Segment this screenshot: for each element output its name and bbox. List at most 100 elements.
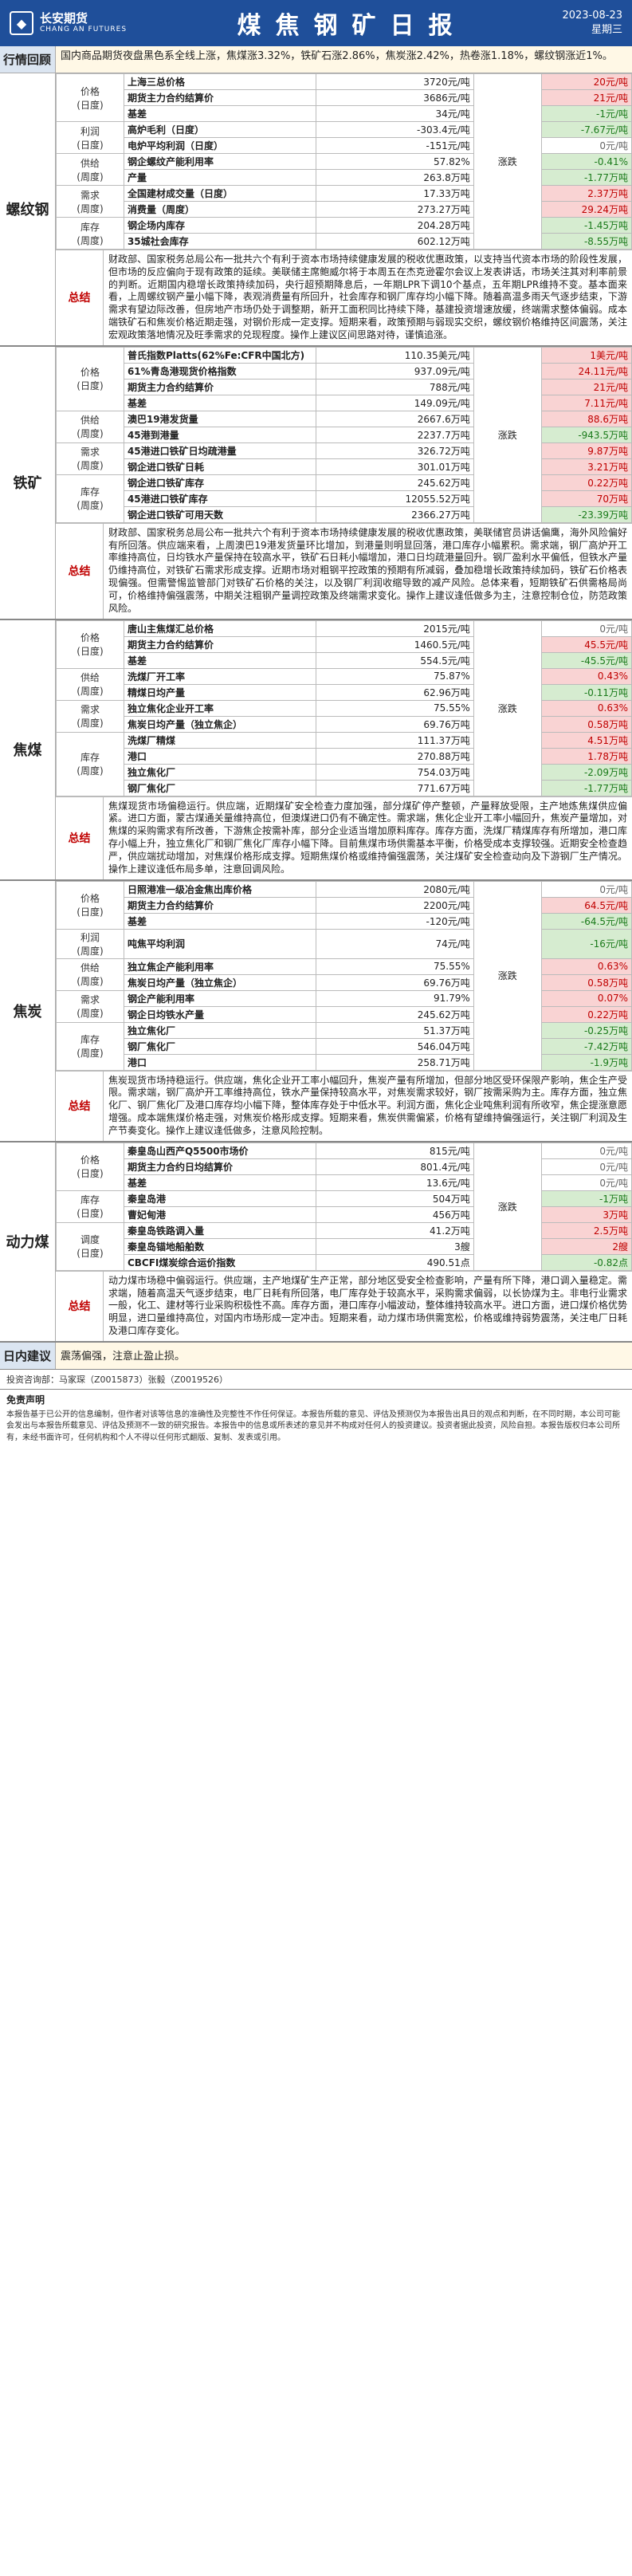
change-cell: -943.5万吨 xyxy=(540,426,632,443)
indicator-cell: 基差 xyxy=(123,912,316,930)
table-row: 焦炭日均产量（独立焦企） 69.76万吨 0.58万吨 xyxy=(57,973,632,991)
change-cell: -1.45万吨 xyxy=(540,217,632,234)
table-row: 供给 (周度) 澳巴19港发货量 2667.6万吨 88.6万吨 xyxy=(56,410,632,443)
value-cell: 258.71万吨 xyxy=(315,1053,474,1071)
table-row: 期货主力合约结算价 788元/吨 21元/吨 xyxy=(57,378,632,395)
category-cell: 库存 (周度) xyxy=(56,1021,124,1071)
indicator-cell: 钢企进口铁矿库存 xyxy=(123,474,316,491)
value-cell: 788元/吨 xyxy=(315,378,474,395)
table-row: 需求 (周度) 独立焦化企业开工率 75.55% 0.63% xyxy=(56,699,632,733)
change-cell: -0.11万吨 xyxy=(540,683,632,701)
summary-label: 总结 xyxy=(56,796,104,879)
change-cell: 24.11元/吨 xyxy=(540,362,632,380)
table-row: 期货主力合约结算价 2200元/吨 64.5元/吨 xyxy=(57,896,632,914)
table-row: 需求 (周度) 全国建材成交量（日度） 17.33万吨 2.37万吨 xyxy=(56,185,632,218)
trend-cell: 涨跌 xyxy=(473,346,542,523)
change-cell: -23.39万吨 xyxy=(540,505,632,523)
indicator-cell: 港口 xyxy=(123,747,316,765)
change-cell: -64.5元/吨 xyxy=(540,912,632,930)
change-cell: -16元/吨 xyxy=(540,928,632,959)
value-cell: 301.01万吨 xyxy=(315,458,474,475)
value-cell: -303.4元/吨 xyxy=(315,121,474,138)
table-row: 需求 (周度) 钢企产能利用率 91.79% 0.07% xyxy=(56,989,632,1023)
table-row: 供给 (周度) 独立焦企产能利用率 75.55% 0.63% xyxy=(56,958,632,991)
section-0: 螺纹钢 价格 (日度) 上海三总价格 3720元/吨 涨跌 20元/吨 期货主力合约结算价 3… xyxy=(0,73,632,347)
indicator-cell: 期货主力合约结算价 xyxy=(123,378,316,395)
table-row: 钢厂焦化厂 771.67万吨 -1.77万吨 xyxy=(57,779,632,796)
section-label: 动力煤 xyxy=(0,1142,56,1341)
indicator-cell: 钢厂焦化厂 xyxy=(123,779,316,796)
indicator-table: 价格 (日度) 普氏指数Platts(62%Fe:CFR中国北方) 110.35美元… xyxy=(56,346,632,523)
report-header: ◆ 长安期货 CHANG AN FUTURES 煤焦钢矿日报 2023-08-2… xyxy=(0,0,632,46)
indicator-cell: 焦炭日均产量（独立焦企） xyxy=(123,973,316,991)
section-body: 价格 (日度) 上海三总价格 3720元/吨 涨跌 20元/吨 期货主力合约结算价 3686… xyxy=(56,73,632,345)
commodity-sections: 螺纹钢 价格 (日度) 上海三总价格 3720元/吨 涨跌 20元/吨 期货主力合约结算价 3… xyxy=(0,73,632,1343)
table-row: 焦炭日均产量（独立焦企） 69.76万吨 0.58万吨 xyxy=(57,715,632,733)
value-cell: 62.96万吨 xyxy=(315,683,474,701)
indicator-table: 价格 (日度) 唐山主焦煤汇总价格 2015元/吨 涨跌 0元/吨 期货主力合约结算价 14… xyxy=(56,619,632,796)
indicator-cell: 钢企进口铁矿日耗 xyxy=(123,458,316,475)
change-cell: 0元/吨 xyxy=(540,137,632,154)
value-cell: 263.8万吨 xyxy=(315,169,474,186)
change-cell: 64.5元/吨 xyxy=(540,896,632,914)
category-cell: 价格 (日度) xyxy=(56,346,124,411)
change-cell: 3.21万吨 xyxy=(540,458,632,475)
change-cell: -0.82点 xyxy=(540,1253,632,1271)
summary-block: 总结 焦煤现货市场偏稳运行。供应端，近期煤矿安全检查力度加强，部分煤矿停产整顿，产… xyxy=(56,796,632,879)
value-cell: 74元/吨 xyxy=(315,928,474,959)
value-cell: 2200元/吨 xyxy=(315,896,474,914)
indicator-cell: 钢厂焦化厂 xyxy=(123,1037,316,1055)
logo-icon: ◆ xyxy=(10,11,33,35)
value-cell: 554.5元/吨 xyxy=(315,651,474,669)
table-row: 独立焦化厂 754.03万吨 -2.09万吨 xyxy=(57,763,632,781)
category-cell: 供给 (周度) xyxy=(56,667,124,701)
value-cell: 91.79% xyxy=(315,989,474,1007)
value-cell: 754.03万吨 xyxy=(315,763,474,781)
review-text: 国内商品期货夜盘黑色系全线上涨，焦煤涨3.32%，铁矿石涨2.86%，焦炭涨2.… xyxy=(56,46,632,73)
table-row: 港口 270.88万吨 1.78万吨 xyxy=(57,747,632,765)
indicator-table: 价格 (日度) 秦皇岛山西产Q5500市场价 815元/吨 涨跌 0元/吨 期货主力合约日… xyxy=(56,1142,632,1271)
value-cell: -120元/吨 xyxy=(315,912,474,930)
section-2: 焦煤 价格 (日度) 唐山主焦煤汇总价格 2015元/吨 涨跌 0元/吨 期货主力合约结算价… xyxy=(0,619,632,881)
category-cell: 价格 (日度) xyxy=(56,73,124,122)
value-cell: 34元/吨 xyxy=(315,105,474,122)
company-logo: ◆ 长安期货 CHANG AN FUTURES xyxy=(10,11,177,35)
value-cell: 110.35美元/吨 xyxy=(315,346,474,364)
section-4: 动力煤 价格 (日度) 秦皇岛山西产Q5500市场价 815元/吨 涨跌 0元/吨 期货主力… xyxy=(0,1142,632,1343)
indicator-cell: 基差 xyxy=(123,1174,316,1191)
change-cell: -7.67元/吨 xyxy=(540,121,632,138)
indicator-cell: 钢企产能利用率 xyxy=(123,989,316,1007)
indicator-cell: 吨焦平均利润 xyxy=(123,928,316,959)
section-body: 价格 (日度) 普氏指数Platts(62%Fe:CFR中国北方) 110.35美元… xyxy=(56,346,632,619)
table-row: 电炉平均利润（日度） -151元/吨 0元/吨 xyxy=(57,137,632,154)
change-cell: 0.07% xyxy=(540,989,632,1007)
change-cell: 0元/吨 xyxy=(540,1174,632,1191)
table-row: 消费量（周度） 273.27万吨 29.24万吨 xyxy=(57,201,632,218)
indicator-cell: 45港进口铁矿库存 xyxy=(123,490,316,507)
value-cell: 2080元/吨 xyxy=(315,880,474,898)
value-cell: 17.33万吨 xyxy=(315,185,474,202)
table-row: 库存 (日度) 秦皇岛港 504万吨 -1万吨 xyxy=(56,1190,632,1223)
change-cell: 3万吨 xyxy=(540,1205,632,1223)
change-cell: 1美元/吨 xyxy=(540,346,632,364)
value-cell: 75.87% xyxy=(315,667,474,685)
category-cell: 库存 (日度) xyxy=(56,1190,124,1223)
table-row: 期货主力合约结算价 1460.5元/吨 45.5元/吨 xyxy=(57,635,632,653)
indicator-cell: 独立焦企产能利用率 xyxy=(123,958,316,975)
section-body: 价格 (日度) 秦皇岛山西产Q5500市场价 815元/吨 涨跌 0元/吨 期货主力合约日… xyxy=(56,1142,632,1341)
indicator-cell: 期货主力合约结算价 xyxy=(123,896,316,914)
change-cell: -2.09万吨 xyxy=(540,763,632,781)
value-cell: 801.4元/吨 xyxy=(315,1158,474,1175)
table-row: 基差 13.6元/吨 0元/吨 xyxy=(57,1174,632,1191)
summary-text: 财政部、国家税务总局公布一批共六个有利于资本市场持续健康发展的税收优惠政策，美联… xyxy=(108,526,627,614)
indicator-cell: 钢企日均铁水产量 xyxy=(123,1005,316,1023)
section-label: 铁矿 xyxy=(0,346,56,619)
value-cell: 12055.52万吨 xyxy=(315,490,474,507)
value-cell: 75.55% xyxy=(315,699,474,717)
change-cell: 7.11元/吨 xyxy=(540,394,632,411)
change-cell: -1元/吨 xyxy=(540,105,632,122)
table-row: 利润 (日度) 高炉毛利（日度） -303.4元/吨 -7.67元/吨 xyxy=(56,121,632,154)
indicator-cell: 上海三总价格 xyxy=(123,73,316,90)
category-cell: 供给 (周度) xyxy=(56,410,124,443)
table-row: 钢厂焦化厂 546.04万吨 -7.42万吨 xyxy=(57,1037,632,1055)
